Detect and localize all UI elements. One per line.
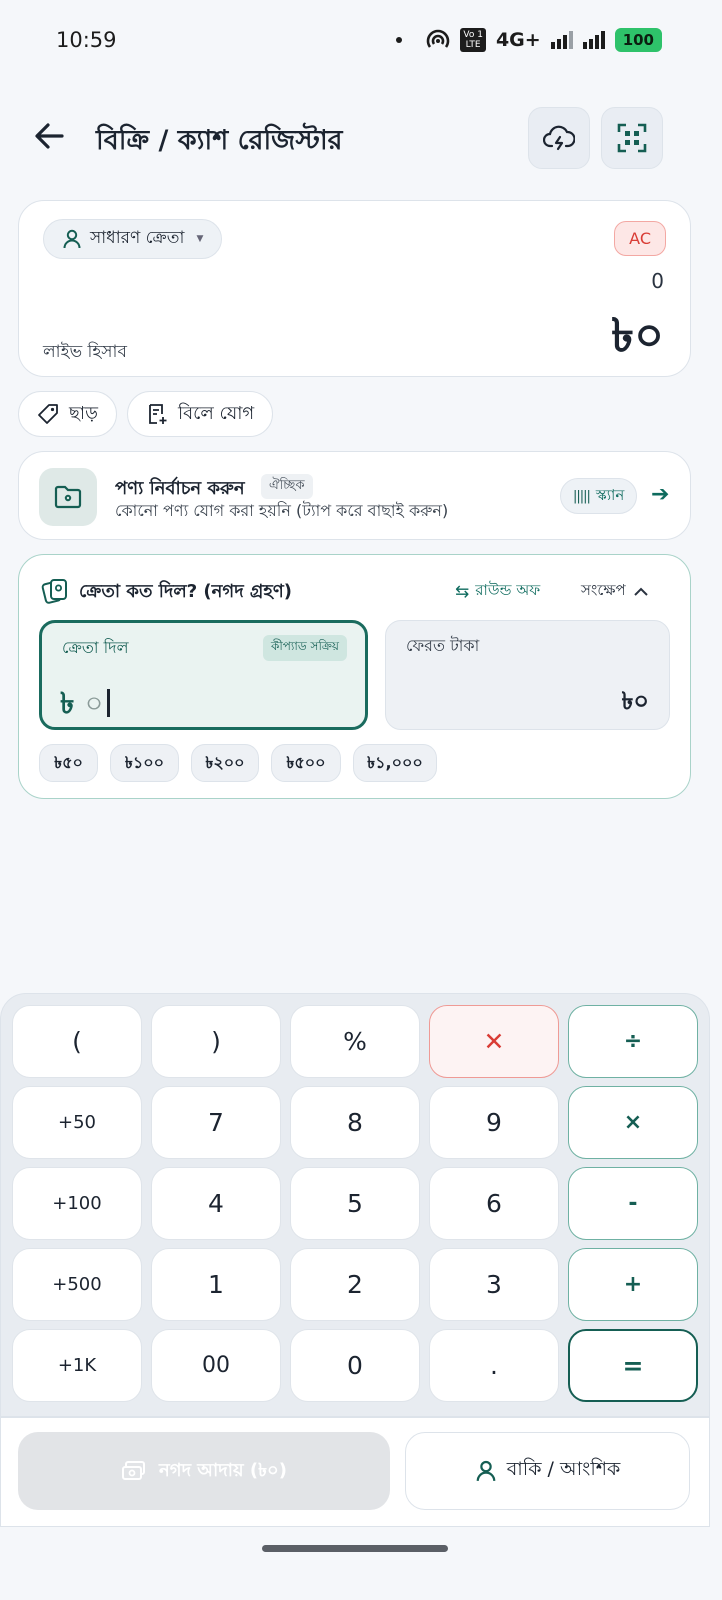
collapse-button[interactable]: সংক্ষেপ (581, 579, 648, 604)
key-percent[interactable]: % (290, 1005, 420, 1078)
key-divide[interactable]: ÷ (568, 1005, 698, 1078)
ac-badge[interactable]: AC (614, 221, 666, 256)
key-1[interactable]: 1 (151, 1248, 281, 1321)
tag-icon (38, 404, 58, 424)
collapse-label: সংক্ষেপ (581, 581, 626, 599)
barcode-icon: ||||| (573, 488, 591, 504)
scan-button[interactable]: ||||| স্ক্যান (560, 478, 638, 514)
back-button[interactable] (32, 118, 68, 154)
page-title: বিক্রি / ক্যাশ রেজিস্টার (96, 125, 343, 156)
scan-label: স্ক্যান (595, 485, 625, 504)
customer-paid-value: ৳ ০ (60, 681, 111, 730)
keypad-active-badge: কীপ্যাড সক্রিয় (262, 635, 347, 661)
cloud-sync-icon (543, 125, 575, 151)
customer-summary-card: সাধারণ ক্রেতা ▼ AC 0 ৳০ লাইভ হিসাব (18, 200, 691, 377)
volte-icon: Vo 1 LTE (460, 28, 486, 52)
key-double-zero[interactable]: 00 (151, 1329, 281, 1402)
qr-scan-icon (617, 123, 647, 153)
user-icon (476, 1460, 496, 1482)
product-subtitle: কোনো পণ্য যোগ করা হয়নি (ট্যাপ করে বাছাই… (115, 501, 449, 520)
status-time: 10:59 (56, 28, 117, 52)
key-8[interactable]: 8 (290, 1086, 420, 1159)
cash-collect-button[interactable]: নগদ আদায় (৳০) (18, 1432, 390, 1510)
cloud-sync-button[interactable] (528, 107, 590, 169)
key-0[interactable]: 0 (290, 1329, 420, 1402)
add-to-bill-label: বিলে যোগ (178, 402, 255, 424)
qr-scan-button[interactable] (601, 107, 663, 169)
discount-button[interactable]: ছাড় (18, 391, 117, 437)
key-7[interactable]: 7 (151, 1086, 281, 1159)
change-label: ফেরত টাকা (406, 636, 480, 655)
customer-paid-label: ক্রেতা দিল (62, 638, 129, 657)
key-plus-1k[interactable]: +1K (12, 1329, 142, 1402)
due-partial-button[interactable]: বাকি / আংশিক (405, 1432, 690, 1510)
receipt-add-icon (149, 404, 167, 424)
hotspot-icon (427, 29, 450, 48)
round-off-button[interactable]: ⇆ রাউন্ড অফ (455, 579, 540, 604)
key-6[interactable]: 6 (429, 1167, 559, 1240)
change-amount-box: ফেরত টাকা ৳০ (385, 620, 670, 730)
network-type: 4G+ (495, 29, 541, 51)
customer-name: সাধারণ ক্রেতা (90, 228, 185, 248)
cash-collect-label: নগদ আদায় (৳০) (159, 1459, 287, 1481)
change-value: ৳০ (621, 687, 649, 715)
quick-amount-500[interactable]: ৳৫০০ (271, 744, 341, 782)
key-close-paren[interactable]: ) (151, 1005, 281, 1078)
payment-title: ক্রেতা কত দিল? (নগদ গ্রহণ) (79, 581, 292, 602)
battery-icon: 100 (614, 28, 662, 52)
key-equals[interactable]: = (568, 1329, 698, 1402)
key-9[interactable]: 9 (429, 1086, 559, 1159)
optional-badge: ঐচ্ছিক (261, 474, 313, 499)
arrow-right-icon[interactable]: ➔ (651, 482, 669, 507)
quick-amount-50[interactable]: ৳৫০ (39, 744, 98, 782)
cash-payment-card: ক্রেতা কত দিল? (নগদ গ্রহণ) ⇆ রাউন্ড অফ স… (18, 554, 691, 799)
key-open-paren[interactable]: ( (12, 1005, 142, 1078)
key-plus-500[interactable]: +500 (12, 1248, 142, 1321)
signal-icon (550, 31, 573, 49)
add-to-bill-button[interactable]: বিলে যোগ (127, 391, 274, 437)
quick-amount-100[interactable]: ৳১০০ (110, 744, 179, 782)
key-clear[interactable]: ✕ (429, 1005, 559, 1078)
text-cursor (107, 689, 111, 717)
cash-icon (122, 1461, 146, 1480)
discount-label: ছাড় (69, 402, 98, 424)
key-minus[interactable]: - (568, 1167, 698, 1240)
key-plus-50[interactable]: +50 (12, 1086, 142, 1159)
item-count: 0 (651, 269, 664, 293)
key-2[interactable]: 2 (290, 1248, 420, 1321)
quick-amount-200[interactable]: ৳২০০ (191, 744, 259, 782)
key-decimal[interactable]: . (429, 1329, 559, 1402)
due-partial-label: বাকি / আংশিক (506, 1458, 621, 1480)
live-calculation-label: লাইভ হিসাব (43, 342, 127, 362)
home-indicator[interactable] (262, 1545, 448, 1552)
customer-selector[interactable]: সাধারণ ক্রেতা ▼ (43, 219, 223, 259)
notification-dot-icon (396, 37, 403, 43)
quick-amount-1000[interactable]: ৳১,০০০ (353, 744, 437, 782)
key-3[interactable]: 3 (429, 1248, 559, 1321)
key-4[interactable]: 4 (151, 1167, 281, 1240)
calculator-keypad: ( ) % ✕ ÷ +50 7 8 9 × +100 4 5 6 - +500 … (0, 993, 710, 1417)
key-5[interactable]: 5 (290, 1167, 420, 1240)
user-icon (63, 229, 81, 249)
chevron-down-icon: ▼ (196, 234, 204, 244)
product-select-card[interactable]: পণ্য নির্বাচন করুন ঐচ্ছিক কোনো পণ্য যোগ … (18, 451, 691, 540)
product-folder-icon (39, 468, 97, 526)
signal-icon-2 (582, 31, 605, 49)
cash-receive-icon (41, 579, 67, 604)
key-plus-100[interactable]: +100 (12, 1167, 142, 1240)
chevron-up-icon (634, 587, 648, 596)
status-icons: Vo 1 LTE 4G+ 100 (396, 28, 662, 52)
round-off-label: রাউন্ড অফ (475, 581, 541, 599)
arrow-left-icon (35, 123, 64, 149)
key-multiply[interactable]: × (568, 1086, 698, 1159)
key-plus[interactable]: + (568, 1248, 698, 1321)
total-amount: ৳০ (611, 308, 664, 362)
customer-paid-input[interactable]: ক্রেতা দিল কীপ্যাড সক্রিয় ৳ ০ (39, 620, 368, 730)
swap-icon: ⇆ (455, 581, 470, 602)
